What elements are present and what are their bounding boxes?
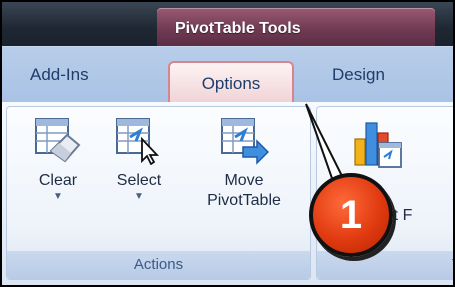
callout-badge: 1: [309, 173, 393, 257]
callout-pointer: [305, 103, 364, 226]
callout-number: 1: [339, 192, 363, 237]
ribbon-frame: PivotTable Tools Add-Ins Options Design: [0, 0, 455, 287]
